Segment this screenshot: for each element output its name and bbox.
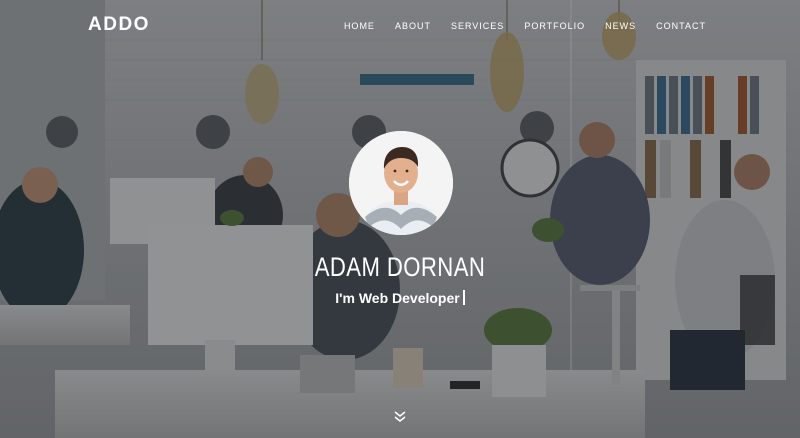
tagline-role: Web Developer — [358, 290, 460, 306]
nav-item: CONTACT — [636, 21, 706, 31]
profile-name: ADAM DORNAN — [314, 252, 486, 282]
profile-photo — [349, 131, 453, 235]
nav-item: SERVICES — [431, 21, 504, 31]
nav-item: NEWS — [585, 21, 636, 31]
nav-link-services[interactable]: SERVICES — [451, 21, 504, 31]
nav-item: PORTFOLIO — [504, 21, 585, 31]
nav-link-portfolio[interactable]: PORTFOLIO — [524, 21, 585, 31]
nav-item: HOME — [344, 21, 375, 31]
main-navigation: HOME ABOUT SERVICES PORTFOLIO NEWS CONTA… — [344, 21, 706, 31]
nav-link-about[interactable]: ABOUT — [395, 21, 431, 31]
nav-link-home[interactable]: HOME — [344, 21, 375, 31]
profile-tagline: I'm Web Developer — [0, 290, 800, 306]
site-logo[interactable]: ADDO — [88, 14, 150, 36]
typing-cursor — [462, 290, 465, 305]
nav-link-contact[interactable]: CONTACT — [656, 21, 706, 31]
tagline-prefix: I'm — [335, 290, 355, 306]
hero-section: ADDO HOME ABOUT SERVICES PORTFOLIO NEWS … — [0, 0, 800, 438]
nav-link-news[interactable]: NEWS — [605, 21, 636, 31]
double-chevron-down-icon[interactable] — [392, 409, 408, 425]
profile-avatar — [349, 131, 453, 235]
nav-item: ABOUT — [375, 21, 431, 31]
